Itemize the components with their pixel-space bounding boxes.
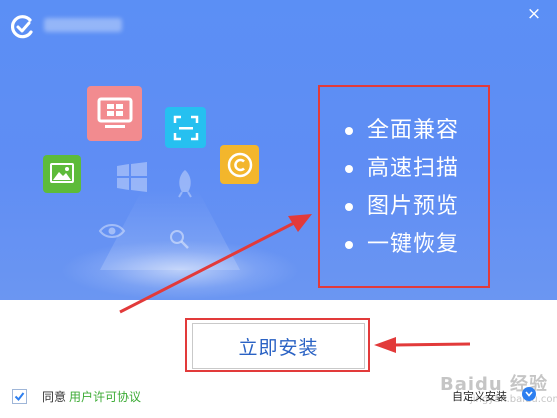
monitor-icon — [87, 86, 142, 141]
install-now-button[interactable]: 立即安装 — [192, 323, 365, 369]
magnifier-icon — [170, 230, 189, 249]
installer-window: × 全面兼容 高速扫描 图片预览 一键恢复 立即安装 同意 用户许可协议 Bai… — [0, 0, 557, 418]
close-icon[interactable]: × — [524, 4, 544, 24]
custom-install-link[interactable]: 自定义安装 — [452, 388, 507, 404]
chevron-down-icon[interactable] — [522, 387, 536, 401]
annotation-arrow-to-install — [374, 337, 471, 353]
copyright-icon — [220, 145, 259, 184]
app-title-blurred — [44, 18, 122, 32]
license-agreement-link[interactable]: 用户许可协议 — [69, 388, 141, 405]
image-icon — [43, 155, 81, 193]
agree-label: 同意 — [42, 390, 67, 404]
windows-icon — [117, 162, 147, 192]
annotation-box-features — [318, 85, 490, 288]
app-logo-icon — [10, 15, 33, 39]
checkmark-icon — [14, 392, 25, 402]
agree-checkbox[interactable] — [12, 389, 27, 404]
scan-icon — [165, 107, 206, 148]
eye-icon — [98, 224, 126, 238]
rocket-icon — [178, 170, 192, 198]
